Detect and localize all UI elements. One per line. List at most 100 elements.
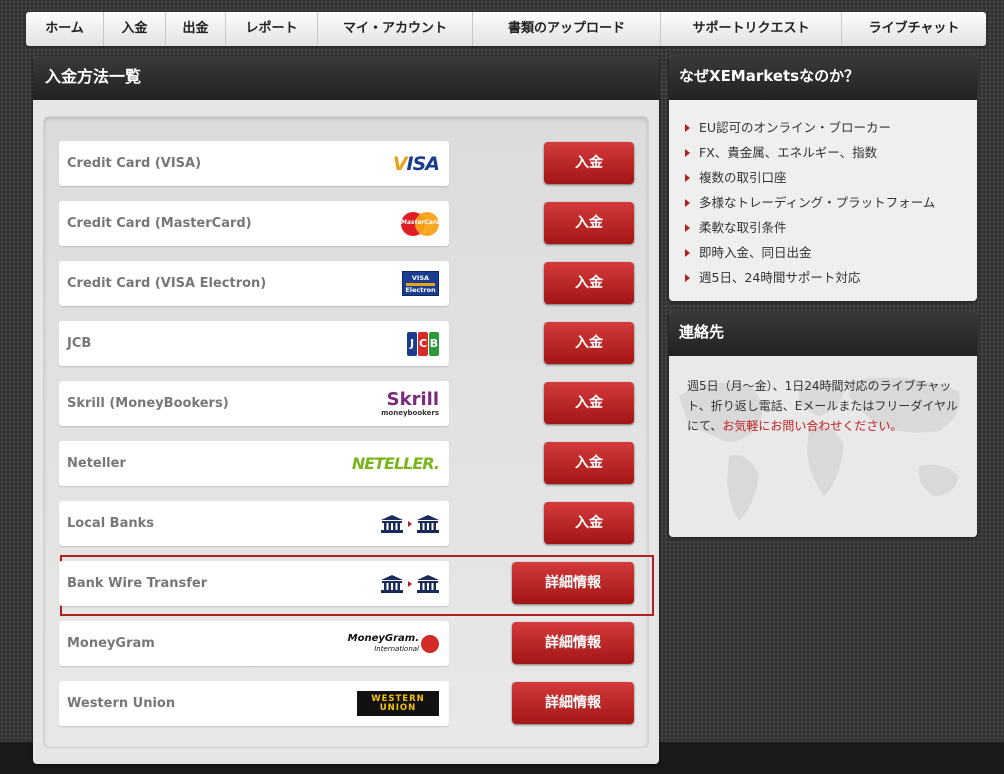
skrill-logo: Skrill moneybookers	[381, 388, 439, 417]
skrill-main: Skrill	[386, 388, 439, 410]
bullet-arrow-icon	[685, 124, 690, 132]
method-card: Local Banks	[59, 501, 449, 546]
visa-electron-logo: VISA Electron	[402, 271, 439, 296]
bullet-arrow-icon	[685, 149, 690, 157]
method-name: MoneyGram	[67, 636, 155, 651]
details-button[interactable]: 詳細情報	[512, 622, 634, 664]
contact-panel-title: 連絡先	[669, 311, 977, 356]
method-name: Bank Wire Transfer	[67, 576, 208, 591]
jcb-letters: JCB	[406, 331, 439, 356]
reason-item: 複数の取引口座	[685, 168, 977, 193]
wu-line2: UNION	[379, 703, 417, 713]
bullet-arrow-icon	[685, 174, 690, 182]
method-name: Western Union	[67, 696, 176, 711]
method-name: Local Banks	[67, 516, 154, 531]
reason-text: 多様なトレーディング・プラットフォーム	[699, 195, 936, 210]
neteller-wordmark: NETELLER.	[351, 454, 440, 473]
bullet-arrow-icon	[685, 224, 690, 232]
visa-electron-card: VISA Electron	[402, 271, 439, 296]
deposit-button[interactable]: 入金	[544, 202, 634, 244]
nav-item-1[interactable]: 入金	[104, 12, 166, 46]
western-union-box: WESTERN UNION	[357, 691, 439, 716]
bank-icon	[381, 574, 403, 593]
reason-text: 柔軟な取引条件	[699, 220, 787, 235]
jcb-letter: C	[418, 331, 428, 356]
skrill-wordmark: Skrill moneybookers	[381, 388, 439, 417]
reason-text: 週5日、24時間サポート対応	[699, 270, 861, 285]
electron-top: VISA	[411, 274, 430, 282]
arrow-right-icon	[408, 580, 412, 587]
deposit-button[interactable]: 入金	[544, 442, 634, 484]
method-name: Credit Card (MasterCard)	[67, 216, 252, 231]
nav-item-3[interactable]: レポート	[226, 12, 318, 46]
nav-item-4[interactable]: マイ・アカウント	[318, 12, 473, 46]
moneygram-text: MoneyGram. International	[348, 633, 419, 654]
deposit-button[interactable]: 入金	[544, 142, 634, 184]
method-card: Credit Card (MasterCard) MasterCard	[59, 201, 449, 246]
reason-item: 多様なトレーディング・プラットフォーム	[685, 193, 977, 218]
mastercard-circles: MasterCard	[401, 211, 440, 236]
method-name: Credit Card (VISA Electron)	[67, 276, 267, 291]
deposit-button[interactable]: 入金	[544, 322, 634, 364]
bullet-arrow-icon	[685, 249, 690, 257]
contact-body: 週5日（月～金）、1日24時間対応のライブチャット、折り返し電話、Eメールまたは…	[669, 356, 977, 537]
bank-icon	[417, 574, 439, 593]
nav-item-0[interactable]: ホーム	[26, 12, 104, 46]
details-button[interactable]: 詳細情報	[512, 562, 634, 604]
reason-item: 即時入金、同日出金	[685, 243, 977, 268]
deposit-button[interactable]: 入金	[544, 382, 634, 424]
why-panel-title: なぜXEMarketsなのか？	[669, 55, 977, 100]
reason-text: FX、貴金属、エネルギー、指数	[699, 145, 878, 160]
jcb-letter: J	[407, 331, 417, 356]
deposit-method-row: Credit Card (VISA) VISA 入金	[59, 141, 649, 187]
reason-item: FX、貴金属、エネルギー、指数	[685, 143, 977, 168]
deposit-panel-title: 入金方法一覧	[33, 56, 659, 100]
method-name: Neteller	[67, 456, 126, 471]
nav-item-5[interactable]: 書類のアップロード	[473, 12, 661, 46]
method-card: JCB J C B	[59, 321, 449, 366]
deposit-methods-panel: 入金方法一覧 Credit Card (VISA) VISA 入金 Credit Ca…	[33, 56, 659, 764]
reason-text: EU認可のオンライン・ブローカー	[699, 120, 892, 135]
top-navigation: ホーム 入金 出金 レポート マイ・アカウント 書類のアップロード サポートリクエスト ライブ…	[26, 12, 986, 46]
deposit-method-row: MoneyGram MoneyGram. International 詳細情報	[59, 621, 649, 667]
visa-wordmark: VISA	[392, 152, 440, 175]
contact-description: 週5日（月～金）、1日24時間対応のライブチャット、折り返し電話、Eメールまたは…	[687, 376, 959, 436]
method-card: Western Union WESTERN UNION	[59, 681, 449, 726]
why-xemarkets-panel: なぜXEMarketsなのか？ EU認可のオンライン・ブローカー FX、貴金属、エ…	[669, 55, 977, 301]
nav-item-7[interactable]: ライブチャット	[842, 12, 986, 46]
bank-transfer-icon	[381, 511, 439, 536]
method-card: Bank Wire Transfer	[59, 561, 449, 606]
mastercard-logo: MasterCard	[401, 211, 440, 236]
method-card: Credit Card (VISA) VISA	[59, 141, 449, 186]
skrill-sub: moneybookers	[381, 408, 439, 417]
visa-v: V	[392, 152, 408, 175]
method-card: Credit Card (VISA Electron) VISA Electron	[59, 261, 449, 306]
method-name: Credit Card (VISA)	[67, 156, 202, 171]
deposit-methods-list: Credit Card (VISA) VISA 入金 Credit Card (Mas…	[43, 116, 654, 748]
electron-bottom: Electron	[405, 286, 436, 295]
method-card: Neteller NETELLER.	[59, 441, 449, 486]
contact-us-link[interactable]: お気軽にお問い合わせください。	[722, 419, 902, 433]
contact-panel: 連絡先 週5日（月～金）、1日24時間対応のライブチャット、折り返し電話、Eメー…	[669, 311, 977, 537]
method-card: MoneyGram MoneyGram. International	[59, 621, 449, 666]
visa-rest: ISA	[406, 152, 440, 175]
moneygram-logo: MoneyGram. International	[348, 631, 439, 656]
nav-item-6[interactable]: サポートリクエスト	[661, 12, 842, 46]
deposit-method-row: JCB J C B 入金	[59, 321, 649, 367]
method-name: JCB	[67, 336, 92, 351]
bullet-arrow-icon	[685, 274, 690, 282]
deposit-method-row: Credit Card (VISA Electron) VISA Electron 入…	[59, 261, 649, 307]
visa-logo: VISA	[392, 151, 440, 176]
bank-to-bank-icon	[381, 514, 439, 533]
jcb-letter: B	[429, 331, 439, 356]
nav-item-2[interactable]: 出金	[166, 12, 226, 46]
bank-to-bank-icon	[381, 574, 439, 593]
jcb-logo: JCB	[406, 331, 439, 356]
deposit-button[interactable]: 入金	[544, 262, 634, 304]
details-button[interactable]: 詳細情報	[512, 682, 634, 724]
moneygram-globe-icon	[421, 634, 439, 653]
deposit-button[interactable]: 入金	[544, 502, 634, 544]
deposit-method-row: Credit Card (MasterCard) MasterCard 入金	[59, 201, 649, 247]
bullet-arrow-icon	[685, 199, 690, 207]
bank-transfer-icon	[381, 571, 439, 596]
